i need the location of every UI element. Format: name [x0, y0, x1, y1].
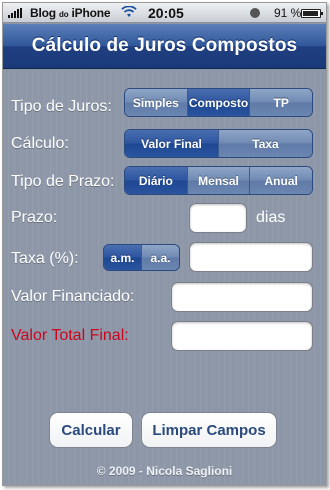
tipo-juros-segmented-control: Simples Composto TP — [124, 88, 313, 117]
segment-simples[interactable]: Simples — [125, 89, 187, 116]
page-title: Cálculo de Juros Compostos — [31, 35, 298, 56]
carrier-label: Blog do iPhone — [30, 6, 111, 20]
calculo-segmented-control: Valor Final Taxa — [124, 129, 313, 158]
segment-valor-final[interactable]: Valor Final — [125, 130, 218, 157]
segment-am[interactable]: a.m. — [104, 245, 141, 270]
signal-strength-icon — [8, 8, 22, 18]
prazo-label: Prazo: — [11, 209, 58, 226]
segment-composto[interactable]: Composto — [186, 89, 250, 116]
rotation-lock-icon — [250, 8, 260, 18]
navigation-bar: Cálculo de Juros Compostos — [3, 24, 326, 69]
wifi-icon — [121, 6, 137, 17]
segment-taxa[interactable]: Taxa — [218, 130, 312, 157]
segment-diario[interactable]: Diário — [125, 167, 187, 194]
tipo-prazo-label: Tipo de Prazo: — [11, 173, 115, 190]
tipo-juros-label: Tipo de Juros: — [11, 98, 112, 115]
copyright-footer: © 2009 - Nicola Saglioni — [96, 464, 233, 478]
status-bar: Blog do iPhone 20:05 91 % — [3, 3, 326, 23]
prazo-input[interactable] — [189, 203, 247, 233]
calculator-form: Tipo de Juros: Simples Composto TP Cálcu… — [3, 70, 326, 485]
segment-anual[interactable]: Anual — [249, 167, 312, 194]
calcular-button[interactable]: Calcular — [49, 412, 133, 448]
prazo-unit-label: dias — [256, 209, 286, 226]
clock-time: 20:05 — [148, 5, 184, 21]
taxa-label: Taxa (%): — [11, 250, 79, 267]
taxa-input[interactable] — [189, 242, 313, 272]
valor-financiado-input[interactable] — [171, 282, 313, 312]
limpar-campos-button[interactable]: Limpar Campos — [141, 412, 277, 448]
segment-aa[interactable]: a.a. — [141, 245, 179, 270]
app-window: Blog do iPhone 20:05 91 % Cálculo de Jur… — [2, 2, 327, 486]
segment-tp[interactable]: TP — [249, 89, 312, 116]
tipo-prazo-segmented-control: Diário Mensal Anual — [124, 166, 313, 195]
valor-financiado-label: Valor Financiado: — [11, 288, 135, 305]
battery-icon — [301, 9, 323, 18]
calculo-label: Cálculo: — [11, 135, 69, 152]
valor-total-final-label: Valor Total Final: — [11, 327, 129, 344]
battery-percent: 91 % — [274, 6, 302, 20]
valor-total-final-output[interactable] — [171, 321, 313, 351]
segment-mensal[interactable]: Mensal — [186, 167, 250, 194]
taxa-period-segmented-control: a.m. a.a. — [103, 244, 180, 271]
